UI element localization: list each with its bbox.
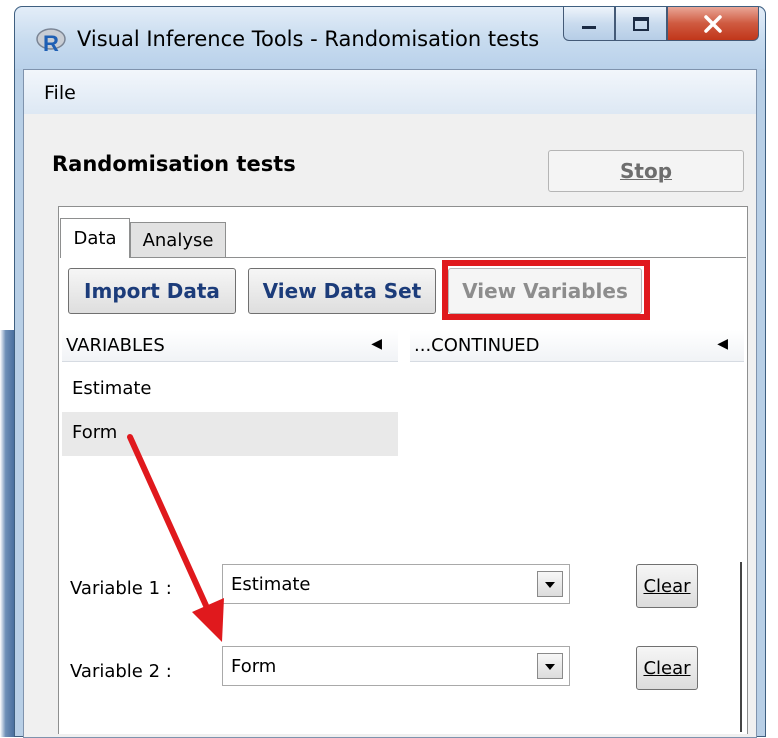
menu-file[interactable]: File (44, 82, 76, 104)
view-data-set-button[interactable]: View Data Set (248, 268, 436, 314)
variable-2-dropdown[interactable]: Form (222, 646, 570, 686)
clear-variable-1-button[interactable]: Clear (636, 564, 698, 608)
import-data-button[interactable]: Import Data (68, 268, 236, 314)
page-title: Randomisation tests (52, 152, 296, 176)
chevron-down-icon (545, 582, 555, 588)
r-logo-icon: R (36, 28, 66, 56)
background-desktop (0, 330, 14, 737)
stop-button[interactable]: Stop (548, 150, 744, 192)
app-window: R Visual Inference Tools - Randomisation… (14, 6, 766, 738)
tab-divider (60, 257, 746, 258)
dropdown-button[interactable] (537, 571, 563, 597)
variable-2-label: Variable 2 : (70, 661, 172, 682)
variable-1-dropdown[interactable]: Estimate (222, 564, 570, 604)
caret-left-icon: ◀ (371, 336, 382, 352)
maximize-button[interactable] (615, 7, 667, 41)
main-panel: Randomisation tests Stop Data Analyse Im… (24, 114, 756, 737)
dropdown-button[interactable] (537, 653, 563, 679)
title-bar[interactable]: R Visual Inference Tools - Randomisation… (15, 7, 765, 69)
caret-left-icon: ◀ (717, 336, 728, 352)
variable-1-value: Estimate (231, 574, 311, 595)
vertical-divider (740, 562, 742, 732)
highlight-box (442, 260, 650, 320)
clear-button-label: Clear (643, 657, 691, 679)
minimize-button[interactable] (563, 7, 615, 41)
window-title: Visual Inference Tools - Randomisation t… (77, 27, 540, 51)
variable-2-value: Form (231, 656, 277, 677)
list-item-form[interactable]: Form (62, 412, 398, 456)
close-icon (704, 14, 722, 33)
close-button[interactable] (667, 7, 759, 41)
list-item-estimate[interactable]: Estimate (62, 368, 398, 412)
window-client-area: File Randomisation tests Stop Data Analy… (23, 69, 757, 738)
menu-bar: File (24, 70, 756, 115)
variables-column-header[interactable]: VARIABLES ◀ (62, 330, 398, 362)
stop-button-label: Stop (619, 159, 673, 183)
maximize-icon (633, 16, 649, 31)
variables-column-label: VARIABLES (66, 335, 165, 356)
minimize-icon (582, 25, 596, 29)
continued-column-label: ...CONTINUED (414, 335, 540, 356)
chevron-down-icon (545, 664, 555, 670)
continued-column-header[interactable]: ...CONTINUED ◀ (410, 330, 744, 362)
clear-button-label: Clear (643, 575, 691, 597)
tab-data[interactable]: Data (60, 218, 130, 258)
window-controls (563, 7, 759, 41)
svg-text:R: R (43, 31, 59, 56)
variable-1-label: Variable 1 : (70, 578, 172, 599)
tab-analyse[interactable]: Analyse (130, 222, 226, 258)
clear-variable-2-button[interactable]: Clear (636, 646, 698, 690)
